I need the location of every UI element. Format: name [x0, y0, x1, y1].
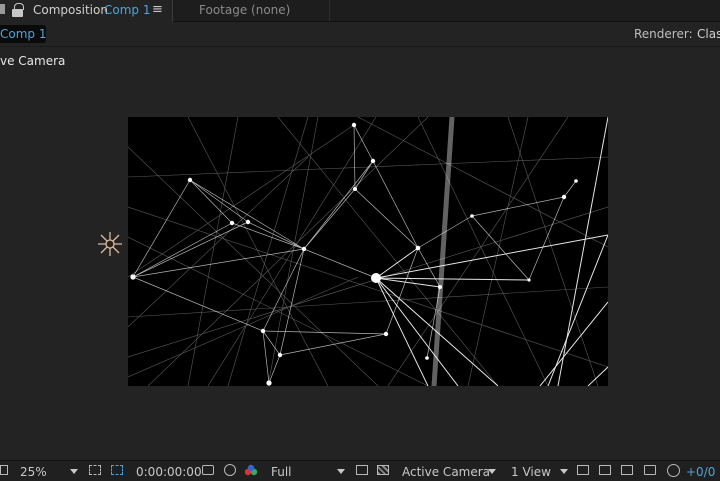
tab-footage-label: Footage (none) — [199, 3, 291, 17]
show-snapshot-icon[interactable] — [224, 464, 236, 476]
panel-handle-icon[interactable] — [0, 4, 5, 14]
fast-previews-icon[interactable] — [599, 465, 611, 475]
tab-composition[interactable]: Composition Comp 1 ≡ — [0, 0, 173, 22]
tab-composition-name: Comp 1 — [104, 3, 151, 17]
color-channels-icon[interactable] — [244, 464, 258, 477]
resolution-dropdown-arrow-icon[interactable] — [337, 469, 345, 474]
renderer-dropdown[interactable]: Clas — [697, 28, 720, 40]
always-preview-icon[interactable] — [0, 465, 8, 475]
fit-region-icon[interactable] — [89, 465, 101, 475]
renderer-label: Renderer: — [634, 27, 693, 41]
composition-canvas[interactable] — [128, 117, 608, 386]
flowchart-icon[interactable] — [644, 465, 656, 475]
zoom-dropdown-arrow-icon[interactable] — [70, 469, 78, 474]
active-camera-label: ve Camera — [0, 54, 66, 68]
current-time-display[interactable]: 0:00:00:00 — [136, 466, 202, 478]
toggle-pixel-aspect-icon[interactable] — [577, 465, 589, 475]
comp-breadcrumb[interactable]: Comp 1 — [0, 25, 46, 43]
toggle-transparency-grid-icon[interactable] — [111, 465, 123, 475]
composition-navigator-bar — [0, 22, 720, 47]
timeline-icon[interactable] — [621, 465, 633, 475]
transparency-grid-icon[interactable] — [377, 465, 389, 475]
camera-snapshot-icon[interactable] — [202, 465, 214, 475]
view-layout-dropdown[interactable]: 1 View — [511, 466, 551, 478]
plexus-render — [128, 117, 608, 386]
tab-composition-label: Composition — [33, 3, 108, 17]
tab-footage[interactable]: Footage (none) — [173, 0, 330, 21]
light-icon[interactable] — [96, 230, 124, 258]
region-of-interest-icon[interactable] — [356, 465, 368, 475]
reset-exposure-icon[interactable] — [667, 464, 680, 477]
view-camera-arrow-icon[interactable] — [488, 469, 496, 474]
exposure-value[interactable]: +0/0 — [686, 466, 715, 478]
panel-menu-icon[interactable]: ≡ — [152, 3, 163, 16]
comp-breadcrumb-label: Comp 1 — [0, 27, 47, 41]
lock-body — [12, 9, 23, 17]
zoom-dropdown[interactable]: 25% — [20, 466, 47, 478]
resolution-dropdown[interactable]: Full — [271, 466, 292, 478]
view-camera-dropdown[interactable]: Active Camera — [402, 466, 490, 478]
view-layout-arrow-icon[interactable] — [560, 469, 568, 474]
